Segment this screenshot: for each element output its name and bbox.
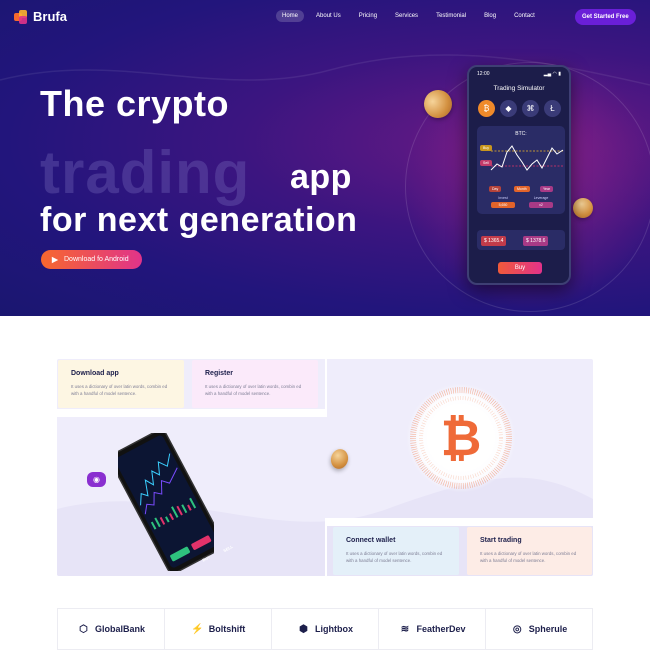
feather-icon: ≋ xyxy=(400,623,410,635)
partner-name: FeatherDev xyxy=(416,624,466,634)
nav-item-about[interactable]: About Us xyxy=(310,10,347,22)
brand-logo[interactable]: Brufa xyxy=(14,9,67,24)
chart-title: BTC: xyxy=(515,131,527,137)
sphere-icon: ◎ xyxy=(512,623,522,635)
partner-boltshift[interactable]: ⚡ Boltshift xyxy=(165,609,272,649)
invest-label: Invest xyxy=(498,196,508,200)
bitcoin-icon[interactable]: ₿ xyxy=(478,100,495,117)
phone-buy-button[interactable]: Buy xyxy=(498,262,542,274)
partner-logos: ⬡ GlobalBank ⚡ Boltshift ⬢ Lightbox ≋ Fe… xyxy=(57,608,593,650)
value-right: $ 1378.6 xyxy=(523,236,549,246)
play-store-icon xyxy=(51,256,59,263)
trading-phone-tilted xyxy=(118,433,214,571)
features-gap-vert xyxy=(325,359,327,417)
bolt-icon: ⚡ xyxy=(191,623,204,635)
top-nav: Brufa Home About Us Pricing Services Tes… xyxy=(0,0,650,34)
feature-text: It uses a dictionary of over latin words… xyxy=(205,384,302,397)
features-gap-top xyxy=(57,409,327,417)
partner-featherdev[interactable]: ≋ FeatherDev xyxy=(379,609,486,649)
ethereum-icon[interactable]: ◆ xyxy=(500,100,517,117)
hero-section: Brufa Home About Us Pricing Services Tes… xyxy=(0,0,650,316)
cube-icon: ⬢ xyxy=(299,623,308,635)
hero-title-bg-word: trading xyxy=(40,139,251,206)
period-month[interactable]: Month xyxy=(514,186,530,192)
invest-value[interactable]: 5,650 xyxy=(491,202,515,208)
partner-spherule[interactable]: ◎ Spherule xyxy=(486,609,592,649)
ripple-icon[interactable]: ⌘ xyxy=(522,100,539,117)
nav-item-services[interactable]: Services xyxy=(389,10,424,22)
page: Brufa Home About Us Pricing Services Tes… xyxy=(0,0,650,650)
partner-name: GlobalBank xyxy=(94,624,145,634)
litecoin-icon[interactable]: Ł xyxy=(544,100,561,117)
partner-name: Boltshift xyxy=(208,624,246,634)
nav-item-contact[interactable]: Contact xyxy=(508,10,541,22)
feature-card-connect-wallet: Connect wallet It uses a dictionary of o… xyxy=(333,527,459,575)
value-left: $ 1365.4 xyxy=(481,236,507,246)
brand-name: Brufa xyxy=(33,9,67,24)
features-gap-vert2 xyxy=(325,518,327,576)
leverage-value[interactable]: x2 xyxy=(529,202,553,208)
feature-title: Download app xyxy=(71,370,119,377)
value-panel: $ 1365.4 $ 1378.6 xyxy=(477,230,565,250)
feature-text: It uses a dictionary of over latin words… xyxy=(480,551,577,564)
coin-selector: ₿ ◆ ⌘ Ł xyxy=(478,100,561,117)
feature-title: Start trading xyxy=(480,537,522,544)
leverage-label: Leverage xyxy=(533,196,549,200)
price-chart: BTC: Buy Sell Day Month Year Invest 5,65… xyxy=(477,126,565,214)
feature-text: It uses a dictionary of over latin words… xyxy=(71,384,168,397)
download-android-label: Download fo Android xyxy=(64,256,129,263)
hero-title-line3: for next generation xyxy=(40,201,358,239)
partner-globalbank[interactable]: ⬡ GlobalBank xyxy=(58,609,165,649)
badge-icon: ◉ xyxy=(87,472,106,487)
nav-item-blog[interactable]: Blog xyxy=(478,10,502,22)
hero-title-line1: The crypto xyxy=(40,83,230,124)
hero-title-line2: app xyxy=(290,158,352,196)
nav-item-home[interactable]: Home xyxy=(276,10,305,22)
nav-menu: Home About Us Pricing Services Testimoni… xyxy=(276,10,541,22)
nav-item-pricing[interactable]: Pricing xyxy=(353,10,383,22)
partner-lightbox[interactable]: ⬢ Lightbox xyxy=(272,609,379,649)
phone-time: 12:00 xyxy=(477,71,490,77)
phone-title: Trading Simulator xyxy=(493,85,545,92)
period-day[interactable]: Day xyxy=(489,186,502,192)
download-android-button[interactable]: Download fo Android xyxy=(41,250,142,269)
partner-name: Spherule xyxy=(528,624,568,634)
phone-status-icons: ▂▄ ◠ ▮ xyxy=(543,71,561,77)
globalbank-icon: ⬡ xyxy=(79,623,88,635)
bitcoin-icon: ₿ xyxy=(440,410,482,466)
feature-title: Register xyxy=(205,370,234,377)
trading-phone-mockup: 12:00 ▂▄ ◠ ▮ Trading Simulator ₿ ◆ ⌘ Ł B… xyxy=(467,65,571,285)
feature-card-start-trading: Start trading It uses a dictionary of ov… xyxy=(467,527,592,575)
brufa-logo-icon xyxy=(14,9,28,24)
feature-card-register: Register It uses a dictionary of over la… xyxy=(192,360,318,408)
feature-text: It uses a dictionary of over latin words… xyxy=(346,551,443,564)
nav-item-testimonial[interactable]: Testimonial xyxy=(430,10,472,22)
partner-name: Lightbox xyxy=(315,624,353,634)
get-started-button[interactable]: Get Started Free xyxy=(575,9,636,25)
features-gap-bottom xyxy=(325,518,593,526)
feature-card-download: Download app It uses a dictionary of ove… xyxy=(58,360,184,408)
feature-title: Connect wallet xyxy=(346,537,396,544)
chart-line xyxy=(490,145,564,171)
period-year[interactable]: Year xyxy=(540,186,554,192)
